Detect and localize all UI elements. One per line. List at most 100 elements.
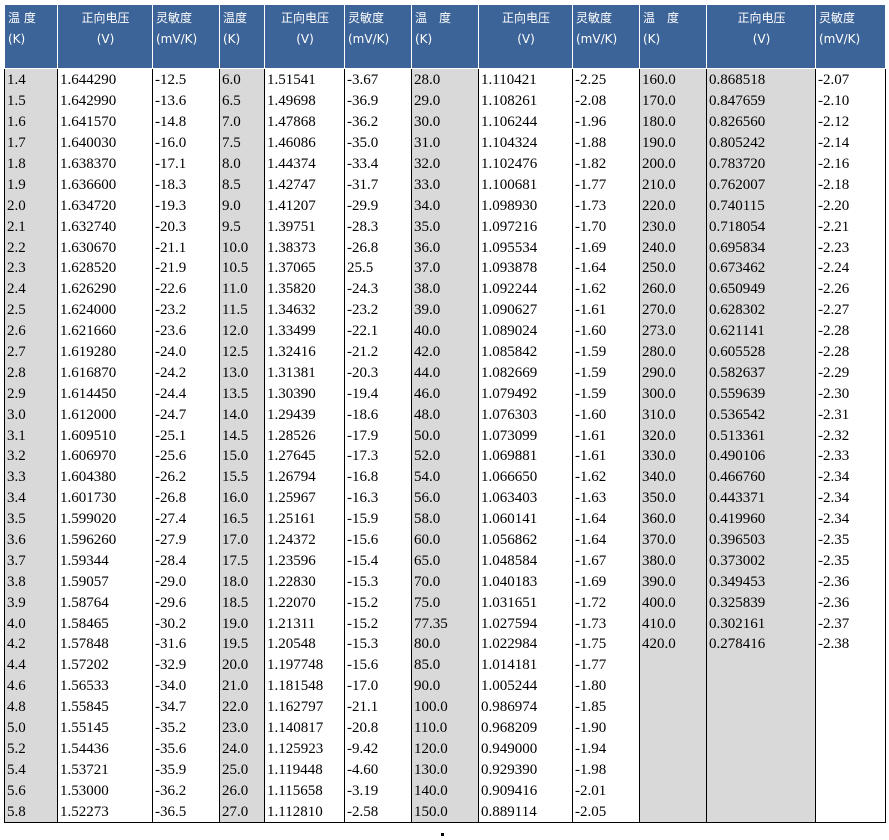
- sensitivity-cell: -1.60: [572, 320, 640, 342]
- voltage-cell: 1.614450: [57, 383, 153, 405]
- sensitivity-cell: -2.26: [815, 278, 886, 300]
- sensitivity-cell: -27.4: [152, 508, 220, 530]
- voltage-cell: [706, 801, 816, 824]
- temperature-cell: 37.0: [411, 258, 479, 279]
- sensitivity-cell: [815, 801, 886, 824]
- temperature-cell: 29.0: [411, 90, 479, 112]
- sensitivity-cell: -15.4: [344, 550, 412, 572]
- table-row: 5.0 1.55145 -35.2 23.0 1.140817 -20.8 110.0 0.9…: [4, 717, 886, 739]
- voltage-cell: [706, 759, 816, 781]
- voltage-cell: 1.626290: [57, 278, 153, 300]
- voltage-cell: 0.868518: [706, 67, 816, 91]
- sensitivity-cell: -35.0: [344, 132, 412, 154]
- table-row: 2.5 1.624000 -23.2 11.5 1.34632 -23.2 39.0 1.09…: [4, 299, 886, 321]
- temperature-cell: 58.0: [411, 508, 479, 530]
- voltage-cell: 1.140817: [264, 717, 345, 739]
- sensitivity-cell: -31.7: [344, 174, 412, 196]
- temperature-cell: 33.0: [411, 174, 479, 196]
- sensitivity-cell: -36.2: [344, 111, 412, 133]
- sensitivity-cell: -23.6: [152, 320, 220, 342]
- bottom-mark: [441, 833, 444, 836]
- voltage-cell: 1.596260: [57, 529, 153, 551]
- temperature-cell: 250.0: [639, 258, 707, 279]
- sensitivity-cell: -22.6: [152, 278, 220, 300]
- table-row: 4.2 1.57848 -31.6 19.5 1.20548 -15.3 80.0 1.022…: [4, 634, 886, 655]
- table-row: 4.6 1.56533 -34.0 21.0 1.181548 -17.0 90.0 1.00…: [4, 675, 886, 697]
- header-unit: (K): [223, 32, 241, 46]
- sensitivity-cell: -16.8: [344, 466, 412, 488]
- sensitivity-cell: -15.3: [344, 634, 412, 655]
- temperature-cell: 34.0: [411, 195, 479, 217]
- voltage-cell: 1.106244: [478, 111, 573, 133]
- sensitivity-cell: -24.3: [344, 278, 412, 300]
- voltage-cell: 1.621660: [57, 320, 153, 342]
- sensitivity-cell: -36.5: [152, 801, 220, 824]
- voltage-cell: 1.095534: [478, 237, 573, 259]
- voltage-cell: 1.104324: [478, 132, 573, 154]
- voltage-cell: 1.49698: [264, 90, 345, 112]
- table-row: 5.2 1.54436 -35.6 24.0 1.125923 -9.42 120.0 0.9…: [4, 738, 886, 760]
- sensitivity-cell: -1.61: [572, 446, 640, 467]
- temperature-cell: 40.0: [411, 320, 479, 342]
- table-row: 2.8 1.616870 -24.2 13.0 1.31381 -20.3 44.0 1.08…: [4, 362, 886, 384]
- temperature-cell: 3.2: [4, 446, 58, 467]
- voltage-cell: 1.022984: [478, 634, 573, 655]
- sensitivity-cell: -15.2: [344, 613, 412, 635]
- header-unit: (V): [517, 32, 535, 46]
- voltage-cell: 1.25967: [264, 487, 345, 509]
- temperature-cell: 273.0: [639, 320, 707, 342]
- voltage-cell: 1.34632: [264, 299, 345, 321]
- voltage-cell: [706, 654, 816, 676]
- voltage-cell: 1.604380: [57, 466, 153, 488]
- voltage-cell: 1.59057: [57, 571, 153, 593]
- voltage-cell: 1.624000: [57, 299, 153, 321]
- voltage-cell: 1.55845: [57, 696, 153, 718]
- sensitivity-cell: -1.94: [572, 738, 640, 760]
- sensitivity-cell: -1.60: [572, 404, 640, 426]
- header-forward-voltage-v-3: 正向电压 (V): [478, 4, 573, 69]
- temperature-cell: 1.9: [4, 174, 58, 196]
- temperature-cell: 20.0: [219, 654, 265, 676]
- voltage-cell: 0.302161: [706, 613, 816, 635]
- temperature-cell: 4.2: [4, 634, 58, 655]
- sensitivity-cell: -1.80: [572, 675, 640, 697]
- voltage-cell: 1.59344: [57, 550, 153, 572]
- sensitivity-cell: -25.1: [152, 425, 220, 447]
- temperature-cell: 28.0: [411, 67, 479, 91]
- temperature-cell: 2.0: [4, 195, 58, 217]
- temperature-cell: 140.0: [411, 780, 479, 802]
- temperature-cell: 7.0: [219, 111, 265, 133]
- sensitivity-cell: -1.75: [572, 634, 640, 655]
- sensitivity-cell: -24.2: [152, 362, 220, 384]
- table-row: 1.9 1.636600 -18.3 8.5 1.42747 -31.7 33.0 1.100…: [4, 174, 886, 196]
- sensitivity-cell: -2.35: [815, 550, 886, 572]
- temperature-cell: 2.6: [4, 320, 58, 342]
- temperature-cell: 2.2: [4, 237, 58, 259]
- temperature-cell: 7.5: [219, 132, 265, 154]
- temperature-cell: 160.0: [639, 67, 707, 91]
- temperature-cell: 4.0: [4, 613, 58, 635]
- temperature-cell: 18.5: [219, 592, 265, 614]
- voltage-cell: 1.644290: [57, 67, 153, 91]
- voltage-cell: 0.718054: [706, 216, 816, 238]
- sensitivity-cell: -2.05: [572, 801, 640, 824]
- table-row: 2.3 1.628520 -21.9 10.5 1.37065 25.5 37.0 1.093…: [4, 258, 886, 279]
- voltage-cell: 0.805242: [706, 132, 816, 154]
- voltage-cell: 1.57202: [57, 654, 153, 676]
- sensitivity-cell: -2.18: [815, 174, 886, 196]
- sensitivity-cell: -20.8: [344, 717, 412, 739]
- voltage-cell: 1.092244: [478, 278, 573, 300]
- temperature-cell: 130.0: [411, 759, 479, 781]
- temperature-cell: 5.8: [4, 801, 58, 824]
- temperature-cell: 390.0: [639, 571, 707, 593]
- temperature-cell: 3.1: [4, 425, 58, 447]
- voltage-cell: 1.040183: [478, 571, 573, 593]
- sensitivity-cell: -1.64: [572, 529, 640, 551]
- temperature-cell: 5.0: [4, 717, 58, 739]
- voltage-cell: 1.630670: [57, 237, 153, 259]
- temperature-cell: 8.5: [219, 174, 265, 196]
- header-label: 温 度: [643, 11, 680, 25]
- temperature-cell: 200.0: [639, 153, 707, 175]
- table-row: 5.6 1.53000 -36.2 26.0 1.115658 -3.19 140.0 0.9…: [4, 780, 886, 802]
- temperature-cell: 23.0: [219, 717, 265, 739]
